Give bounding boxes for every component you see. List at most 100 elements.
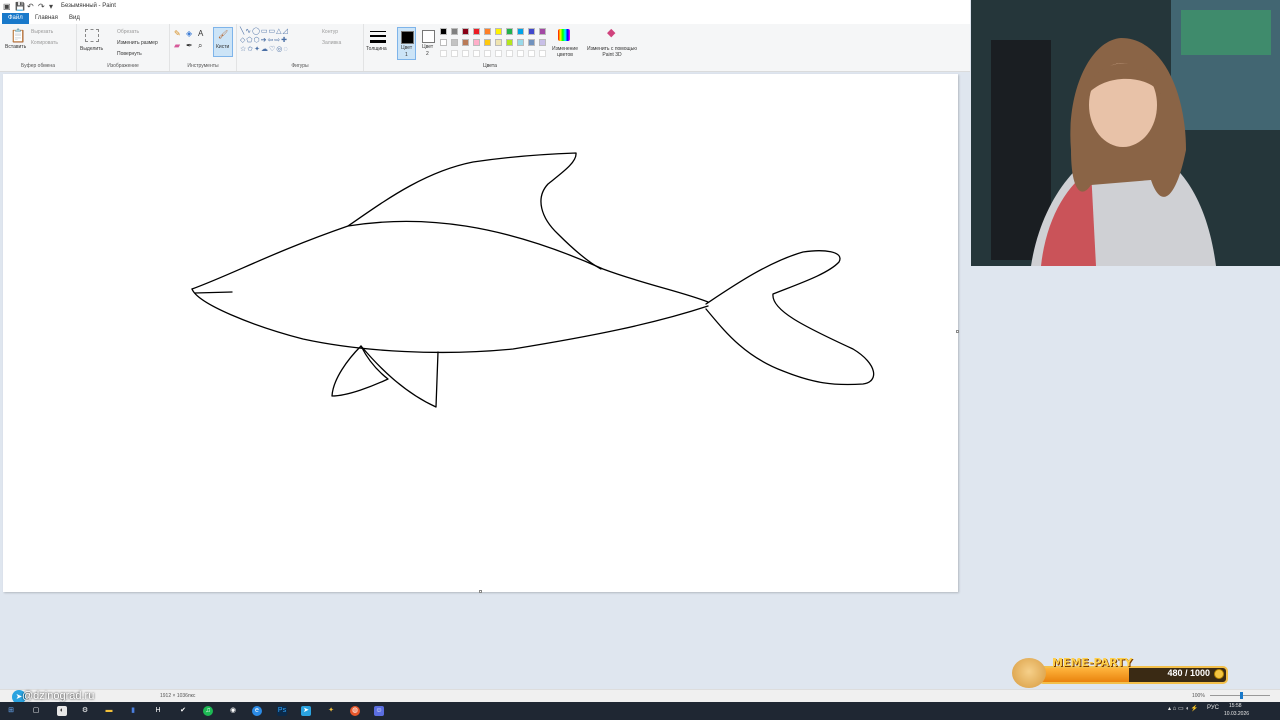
clipboard-group: 📋 Вставить Вырезать Копировать Буфер обм… (0, 24, 77, 71)
text-icon[interactable]: A (198, 30, 203, 38)
palette-custom-slot[interactable] (517, 50, 524, 57)
palette-custom-slot[interactable] (451, 50, 458, 57)
dorsal-fin (347, 152, 602, 270)
language-indicator[interactable]: РУС (1207, 705, 1219, 711)
undo-icon[interactable]: ↶ (27, 2, 34, 11)
zoom-slider-thumb[interactable] (1240, 692, 1243, 699)
palette-custom-slot[interactable] (528, 50, 535, 57)
canvas-resize-handle-bottom[interactable] (479, 590, 482, 593)
palette-custom-slot[interactable] (473, 50, 480, 57)
paint-taskbar-icon[interactable]: ✦ (326, 706, 336, 716)
clock-time[interactable]: 15:58 (1229, 703, 1242, 709)
tab-file[interactable]: Файл (2, 13, 29, 24)
fill-button[interactable]: Заливка (322, 40, 341, 46)
obs-icon[interactable]: ◉ (228, 706, 238, 716)
folder-icon[interactable]: ▬ (104, 706, 114, 716)
palette-custom-slot[interactable] (484, 50, 491, 57)
palette-swatch[interactable] (462, 28, 469, 35)
task-view-icon[interactable]: ▢ (31, 706, 41, 716)
palette-custom-slot[interactable] (462, 50, 469, 57)
palette-swatch[interactable] (528, 39, 535, 46)
color2-button[interactable]: Цвет 2 (419, 27, 438, 60)
size-button[interactable]: Толщина (365, 27, 391, 61)
spotify-icon[interactable]: ♫ (203, 706, 213, 716)
pencil-icon[interactable]: ✎ (174, 30, 181, 38)
fill-icon[interactable]: ◈ (186, 30, 192, 38)
tab-home[interactable]: Главная (29, 13, 64, 24)
copy-button[interactable]: Копировать (31, 40, 58, 46)
clock-date[interactable]: 10.03.2026 (1224, 711, 1249, 717)
tail-fin (705, 250, 875, 386)
cut-button[interactable]: Вырезать (31, 29, 53, 35)
discord-icon[interactable]: ☺ (374, 706, 384, 716)
palette-swatch[interactable] (495, 39, 502, 46)
h-app-icon[interactable]: H (153, 706, 163, 716)
palette-swatch[interactable] (539, 28, 546, 35)
palette-swatch[interactable] (539, 39, 546, 46)
brush-icon: 🖌 (218, 30, 229, 39)
color-picker-icon[interactable]: ✒ (186, 42, 193, 50)
save-icon[interactable]: 💾 (15, 2, 25, 11)
palette-swatch[interactable] (451, 39, 458, 46)
photoshop-icon[interactable]: Ps (277, 706, 287, 716)
windows-start-icon[interactable]: ⊞ (6, 706, 16, 716)
edit-colors-button[interactable]: Изменение цветов (550, 27, 580, 61)
settings-icon[interactable]: ⚙ (80, 706, 90, 716)
color2-label: Цвет (422, 44, 434, 50)
palette-swatch[interactable] (506, 39, 513, 46)
paint3d-button[interactable]: ◆ Изменить с помощью Paint 3D (584, 27, 640, 61)
eraser-icon[interactable]: ▰ (174, 42, 180, 50)
paste-button[interactable]: Вставить (5, 44, 26, 50)
crop-button[interactable]: Обрезать (117, 29, 139, 35)
redo-icon[interactable]: ↷ (38, 2, 45, 11)
select-button[interactable]: Выделить (80, 46, 103, 52)
palette-custom-slot[interactable] (440, 50, 447, 57)
firefox-icon[interactable]: ◍ (350, 706, 360, 716)
edge-icon[interactable]: e (252, 706, 262, 716)
palette-swatch[interactable] (473, 39, 480, 46)
color1-label: Цвет (401, 45, 413, 51)
stats-app-icon[interactable]: ▮ (128, 706, 138, 716)
zoom-slider[interactable] (1210, 692, 1270, 699)
palette-swatch[interactable] (451, 28, 458, 35)
palette-swatch[interactable] (517, 28, 524, 35)
palette-swatch[interactable] (440, 28, 447, 35)
colors-group-label: Цвета (483, 63, 497, 69)
palette-swatch[interactable] (484, 28, 491, 35)
palette-swatch[interactable] (462, 39, 469, 46)
tray-icons[interactable]: ▴ ⌂ ▭ ◖ ⚡ (1168, 705, 1198, 712)
color1-button[interactable]: Цвет 1 (397, 27, 416, 60)
checkmark-app-icon[interactable]: ✔ (178, 706, 188, 716)
palette-swatch[interactable] (440, 39, 447, 46)
tab-view[interactable]: Вид (63, 13, 86, 24)
palette-custom-slot[interactable] (539, 50, 546, 57)
resize-button[interactable]: Изменить размер (117, 40, 158, 46)
select-icon (85, 29, 99, 42)
fish-body-bottom (191, 288, 709, 354)
shapes-row-2: ◇⬠⬡➔⇦⇨✚ (240, 37, 289, 44)
palette-swatch[interactable] (506, 28, 513, 35)
palette-swatch[interactable] (484, 39, 491, 46)
magnifier-icon[interactable]: ⌕ (198, 42, 202, 50)
drawing-canvas[interactable] (3, 74, 959, 593)
status-bar: 1912 × 1036пкс 100% (0, 689, 1280, 702)
brushes-button[interactable]: 🖌 Кисти (213, 27, 233, 57)
canvas-resize-handle-right[interactable] (956, 330, 959, 333)
palette-swatch[interactable] (495, 28, 502, 35)
explorer-icon[interactable]: ◐ (57, 706, 67, 716)
customize-quick-access-icon[interactable]: ▾ (49, 2, 53, 11)
rainbow-icon (558, 29, 570, 41)
palette-swatch[interactable] (517, 39, 524, 46)
paint3d-label: Изменить с помощью Paint 3D (586, 46, 637, 58)
rotate-button[interactable]: Повернуть (117, 51, 142, 57)
window-title: Безымянный - Paint (61, 3, 116, 9)
shapes-gallery[interactable]: ╲∿◯▭▭△◿ ◇⬠⬡➔⇦⇨✚ ☆✩✦☁♡◎◌ (240, 27, 318, 57)
palette-swatch[interactable] (528, 28, 535, 35)
outline-button[interactable]: Контур (322, 29, 338, 35)
palette-swatch[interactable] (473, 28, 480, 35)
telegram-taskbar-icon[interactable]: ➤ (301, 706, 311, 716)
palette-custom-slot[interactable] (506, 50, 513, 57)
paint-app-icon: ▣ (3, 2, 11, 11)
palette-custom-slot[interactable] (495, 50, 502, 57)
shapes-group: ╲∿◯▭▭△◿ ◇⬠⬡➔⇦⇨✚ ☆✩✦☁♡◎◌ Контур Заливка Ф… (237, 24, 364, 71)
